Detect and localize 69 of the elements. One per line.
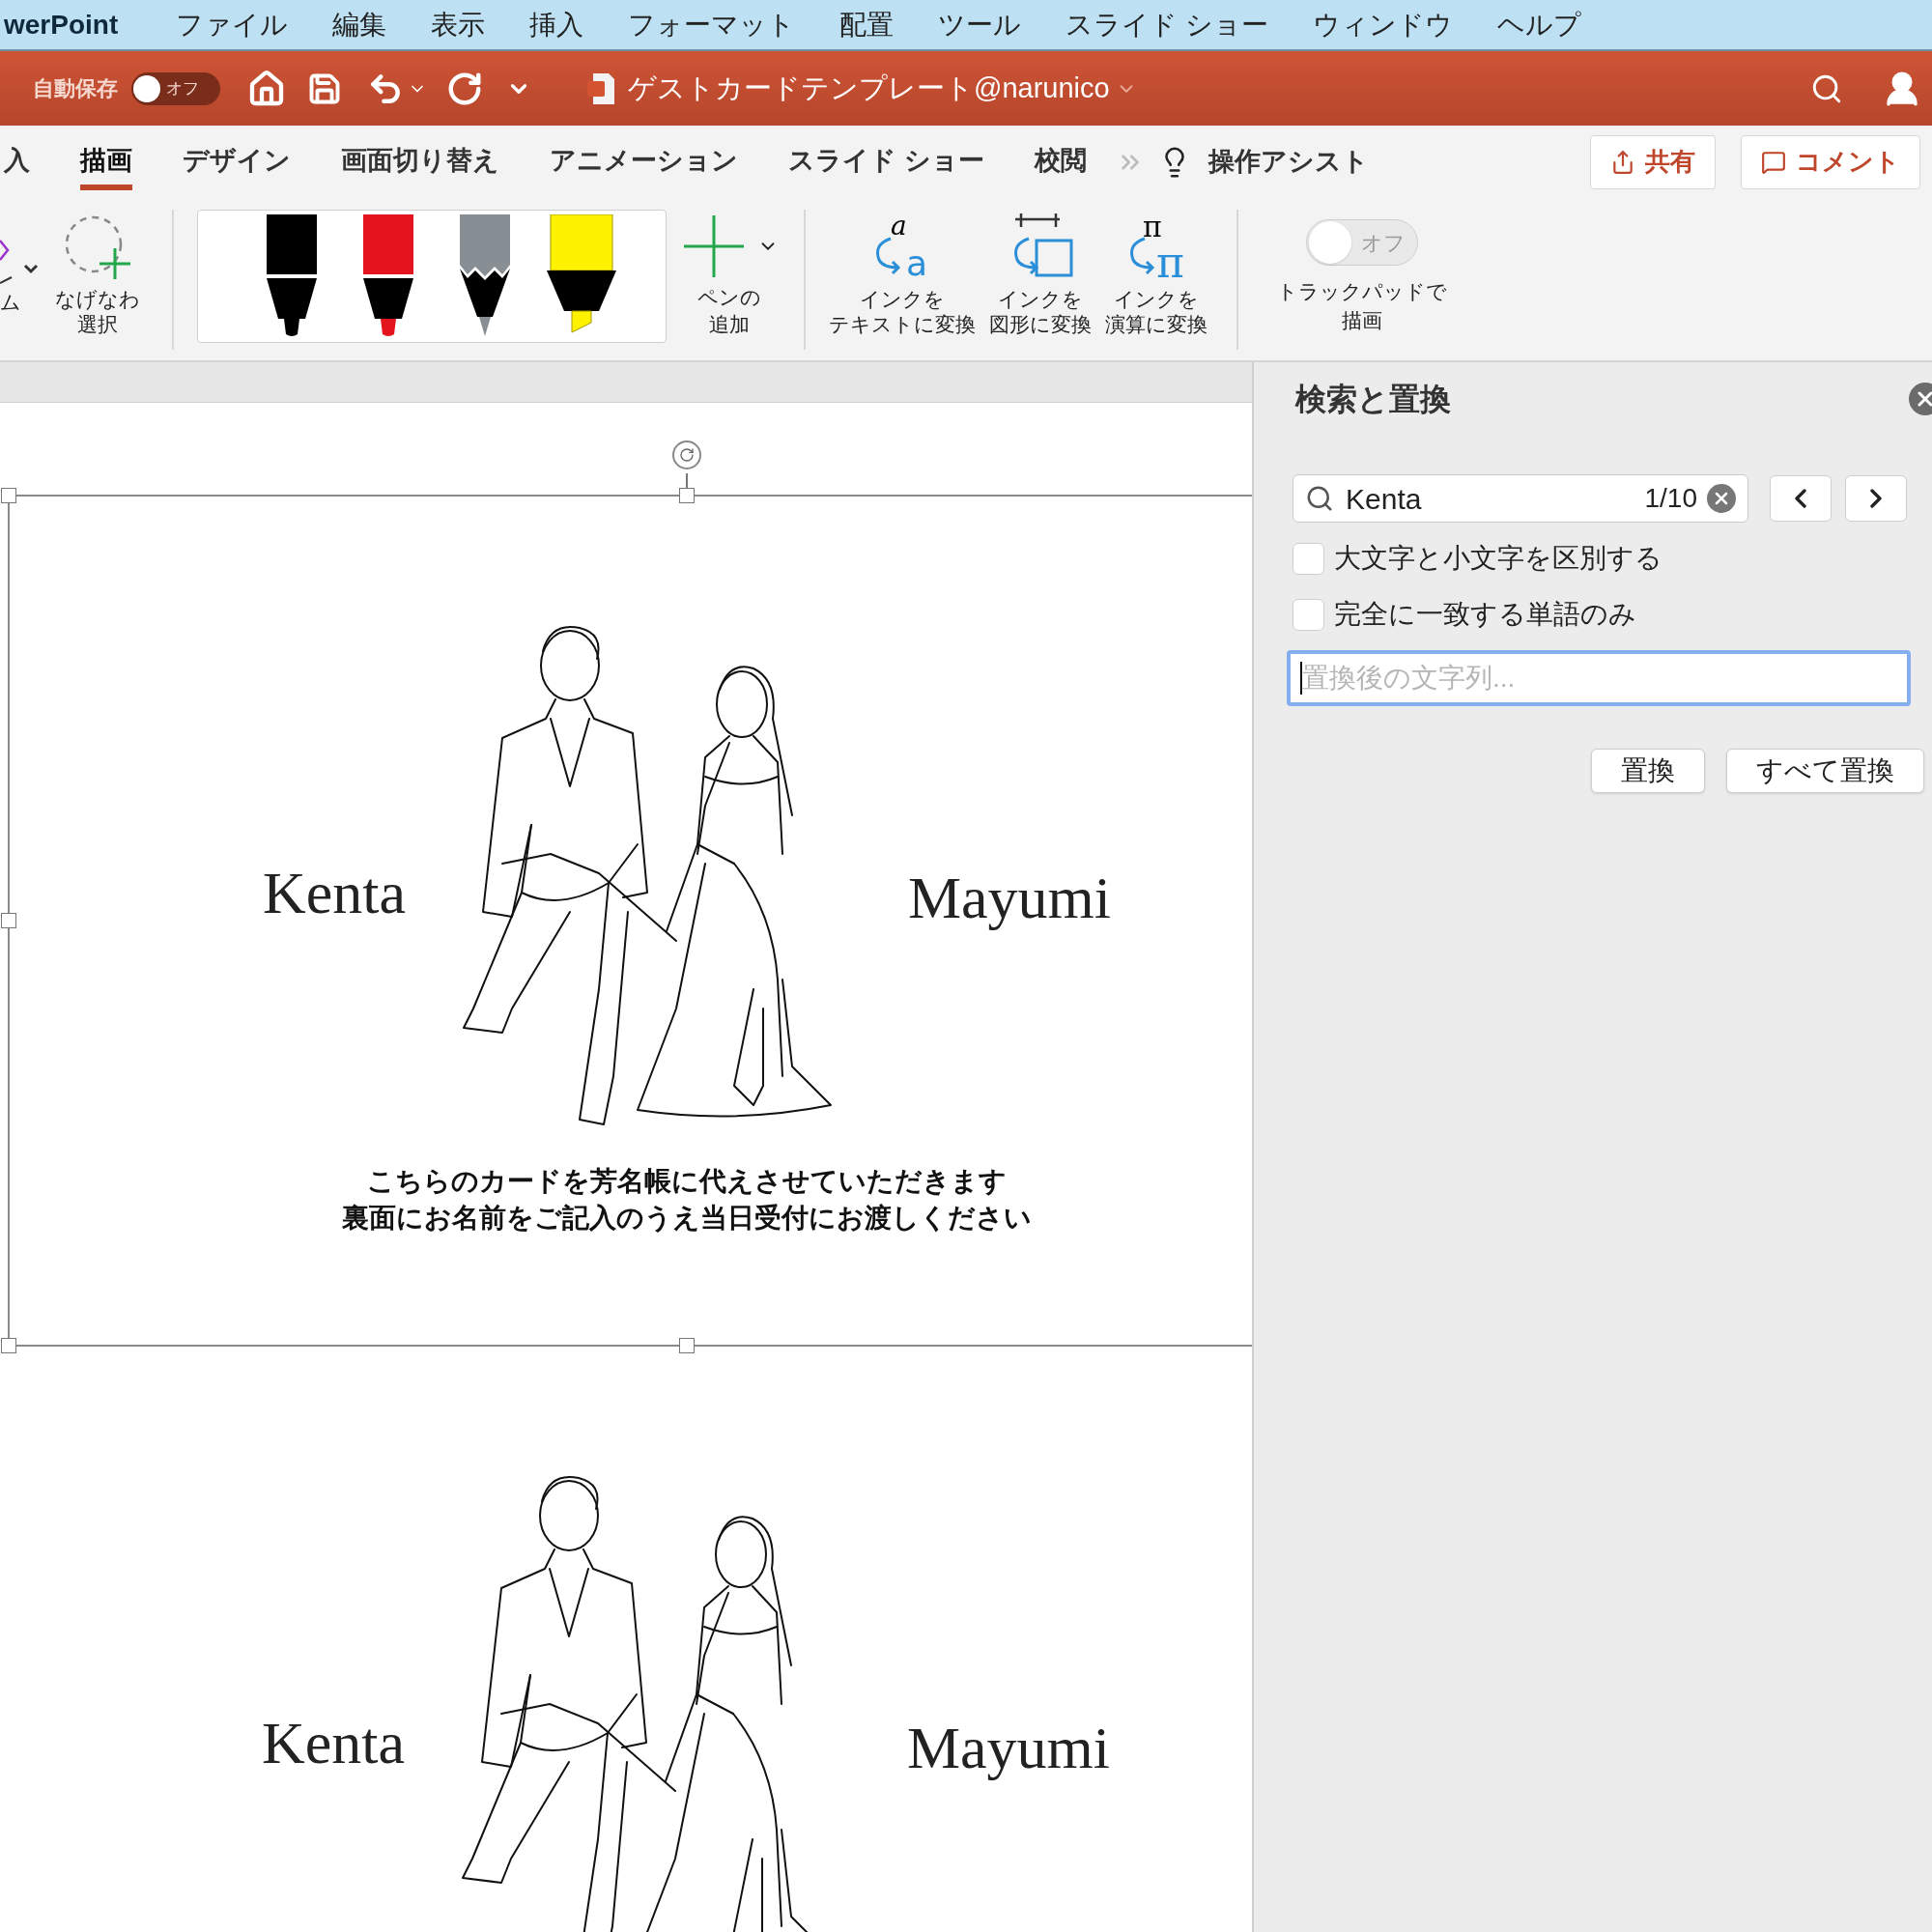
menu-item[interactable]: 配置 <box>839 4 895 45</box>
trackpad-label: トラックパッドで <box>1277 279 1447 304</box>
resize-handle[interactable] <box>1 913 16 928</box>
comment-button[interactable]: コメント <box>1741 134 1920 189</box>
match-count: 1/10 <box>1644 482 1697 515</box>
clear-icon[interactable] <box>1707 484 1736 513</box>
ribbon-tab[interactable]: 校閲 <box>1034 133 1087 190</box>
toggle-switch[interactable]: オフ <box>131 71 220 105</box>
checkbox-label: 大文字と小文字を区別する <box>1334 542 1662 575</box>
ribbon-tab[interactable]: 入 <box>4 133 30 190</box>
trackpad-label: 描画 <box>1342 308 1382 333</box>
card-message: こちらのカードを芳名帳に代えさせていただきます <box>367 1165 1007 1198</box>
toggle-label: オフ <box>166 77 199 99</box>
guest-name: Mayumi <box>907 863 1112 932</box>
add-pen-label: 追加 <box>709 312 750 337</box>
tell-me-label[interactable]: 操作アシスト <box>1208 142 1369 182</box>
ribbon-tab[interactable]: スライド ショー <box>788 133 984 190</box>
replace-button[interactable]: すべて置換 <box>1726 749 1924 793</box>
menu-item[interactable]: ヘルプ <box>1497 4 1581 45</box>
convert-button[interactable]: a a インクを テキストに変換 <box>829 210 976 337</box>
resize-handle[interactable] <box>679 488 695 503</box>
document-icon <box>585 71 616 106</box>
comment-icon <box>1761 149 1786 175</box>
next-button[interactable] <box>1845 475 1907 522</box>
lasso-label: 選択 <box>77 312 118 337</box>
replace-placeholder: 置換後の文字列... <box>1302 662 1516 695</box>
menu-item[interactable]: フォーマット <box>628 4 796 45</box>
rotate-handle[interactable] <box>672 440 701 469</box>
close-button[interactable] <box>1909 383 1932 415</box>
menu-item[interactable]: スライド ショー <box>1065 4 1268 45</box>
menu-item[interactable]: ウィンドウ <box>1313 4 1453 45</box>
guest-name: Kenta <box>261 1708 405 1777</box>
share-button[interactable]: 共有 <box>1590 134 1716 189</box>
app-name[interactable]: werPoint <box>4 4 119 45</box>
ribbon-tab[interactable]: 描画 <box>80 133 132 190</box>
add-pen-label: ペンの <box>697 285 761 310</box>
replace-button[interactable]: 置換 <box>1591 749 1705 793</box>
menu-item[interactable]: 挿入 <box>529 4 584 45</box>
lasso-label: なげなわ <box>55 287 140 312</box>
panel-title: 検索と置換 <box>1295 381 1451 418</box>
menu-item[interactable]: ツール <box>938 4 1022 45</box>
card-message: 裏面にお名前をご記入のうえ当日受付にお渡しください <box>342 1202 1032 1235</box>
checkbox-label: 完全に一致する単語のみ <box>1334 598 1636 631</box>
checkbox[interactable] <box>1293 542 1324 575</box>
toggle-label: オフ <box>1361 229 1406 257</box>
guest-name: Mayumi <box>906 1713 1111 1782</box>
document-title: ゲストカードテンプレート@narunico <box>628 71 1110 105</box>
ribbon-tab[interactable]: アニメーション <box>550 133 738 190</box>
search-field[interactable]: Kenta 1/10 <box>1293 474 1748 523</box>
home-icon[interactable] <box>247 69 286 108</box>
resize-handle[interactable] <box>1 1338 16 1353</box>
search-icon <box>1305 484 1334 513</box>
handle-line <box>686 473 688 489</box>
previous-button[interactable] <box>1770 475 1832 522</box>
autosave-label: 自動保存 <box>33 75 118 102</box>
menu-item[interactable]: 表示 <box>431 4 486 45</box>
convert-button[interactable]: インクを 図形に変換 <box>989 210 1092 337</box>
share-icon <box>1610 149 1635 175</box>
ribbon-tab[interactable]: デザイン <box>183 133 291 190</box>
convert-button[interactable]: π π インクを 演算に変換 <box>1105 210 1208 337</box>
eraser-label[interactable]: ム <box>0 287 21 318</box>
resize-handle[interactable] <box>1 488 16 503</box>
ribbon-tab[interactable]: 画面切り替え <box>341 133 499 190</box>
guest-name: Kenta <box>262 858 406 927</box>
menu-item[interactable]: ファイル <box>176 4 289 45</box>
search-value: Kenta <box>1346 481 1422 517</box>
resize-handle[interactable] <box>679 1338 695 1353</box>
menu-item[interactable]: 編集 <box>332 4 387 45</box>
checkbox[interactable] <box>1293 598 1324 631</box>
